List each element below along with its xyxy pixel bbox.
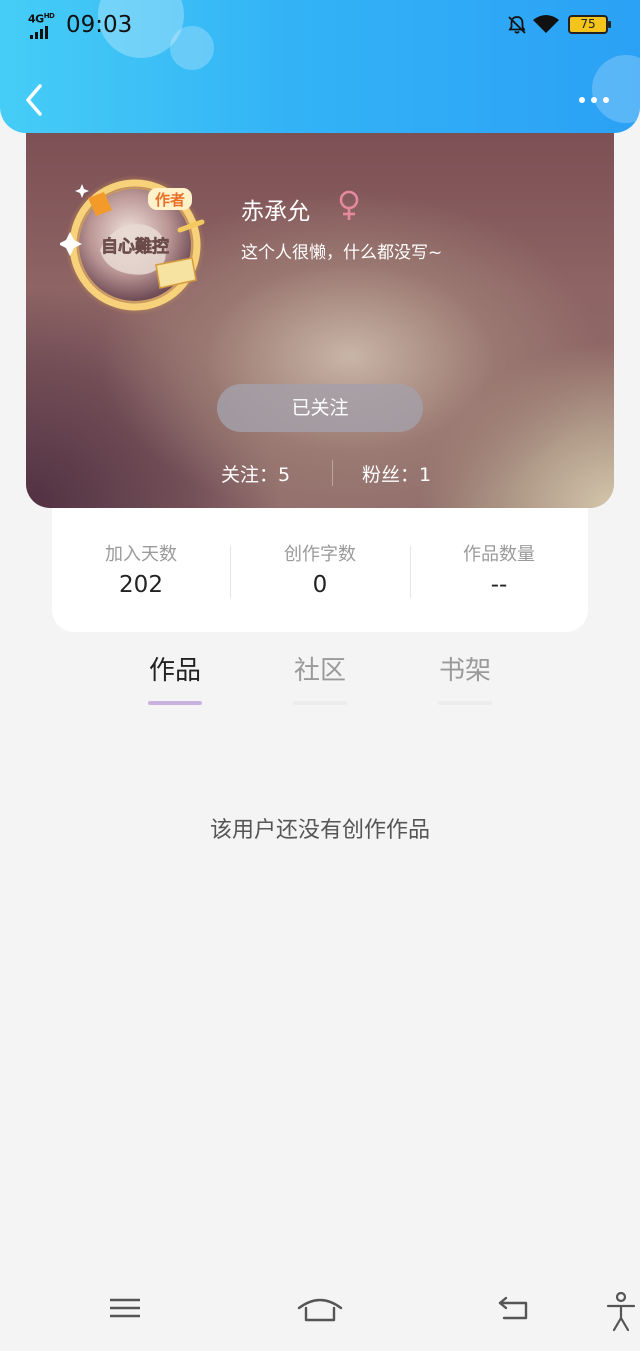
tab-indicator [438,701,492,705]
tab-bookshelf[interactable]: 书架 [425,650,505,705]
stat-label: 作品数量 [463,544,535,565]
avatar[interactable]: 作者 自心難控 [60,170,210,320]
network-hd: HD [43,12,55,20]
chevron-left-icon [26,84,42,116]
bio: 这个人很懒，什么都没写~ [241,243,443,263]
cellular-signal-icon: 4GHD [28,12,60,39]
word-count-stat: 创作字数 0 [231,540,409,598]
stat-value: 202 [119,572,163,598]
avatar-text: 自心難控 [101,236,169,257]
top-header: 4GHD 09:03 75 [0,0,640,133]
stat-label: 加入天数 [105,544,177,565]
counts-card: 加入天数 202 创作字数 0 作品数量 -- [52,508,588,632]
stats-divider [332,460,333,486]
status-bar: 4GHD 09:03 75 [0,0,640,52]
works-count-stat: 作品数量 -- [410,540,588,598]
joined-days-stat: 加入天数 202 [52,540,230,598]
back-button[interactable] [18,80,54,120]
menu-icon[interactable] [108,1294,142,1322]
more-options-button[interactable] [574,88,614,112]
female-icon [339,190,359,220]
wifi-icon [533,15,559,33]
network-type: 4G [28,12,44,26]
battery-level: 75 [580,17,596,31]
empty-state-message: 该用户还没有创作作品 [209,818,430,843]
battery-icon: 75 [568,15,611,34]
tab-indicator [293,701,347,705]
home-icon[interactable] [296,1294,344,1324]
tab-label: 书架 [438,656,491,686]
profile-card: 作者 自心難控 赤承允 这个人很懒，什么都没写~ 已关注 关注：5 粉丝：1 [26,110,614,508]
stat-label: 创作字数 [284,544,356,565]
stat-value: 0 [312,572,328,598]
tab-indicator [148,701,202,705]
bell-muted-icon [508,16,526,34]
status-time: 09:03 [66,12,133,38]
nickname: 赤承允 [241,199,310,225]
follow-stats: 关注：5 粉丝：1 [26,458,614,488]
tab-community[interactable]: 社区 [280,650,360,705]
accessibility-icon[interactable] [604,1292,638,1332]
more-dots-icon [579,97,585,103]
tab-works[interactable]: 作品 [135,650,215,705]
stat-value: -- [490,572,508,598]
system-nav-bar [0,1280,640,1351]
back-icon[interactable] [496,1294,532,1324]
following-count[interactable]: 关注：5 [221,460,290,487]
tab-label: 作品 [148,656,201,686]
avatar-badge: 作者 [155,191,185,209]
followed-button[interactable]: 已关注 [217,384,423,432]
fans-count[interactable]: 粉丝：1 [362,460,431,487]
tab-label: 社区 [293,656,346,686]
